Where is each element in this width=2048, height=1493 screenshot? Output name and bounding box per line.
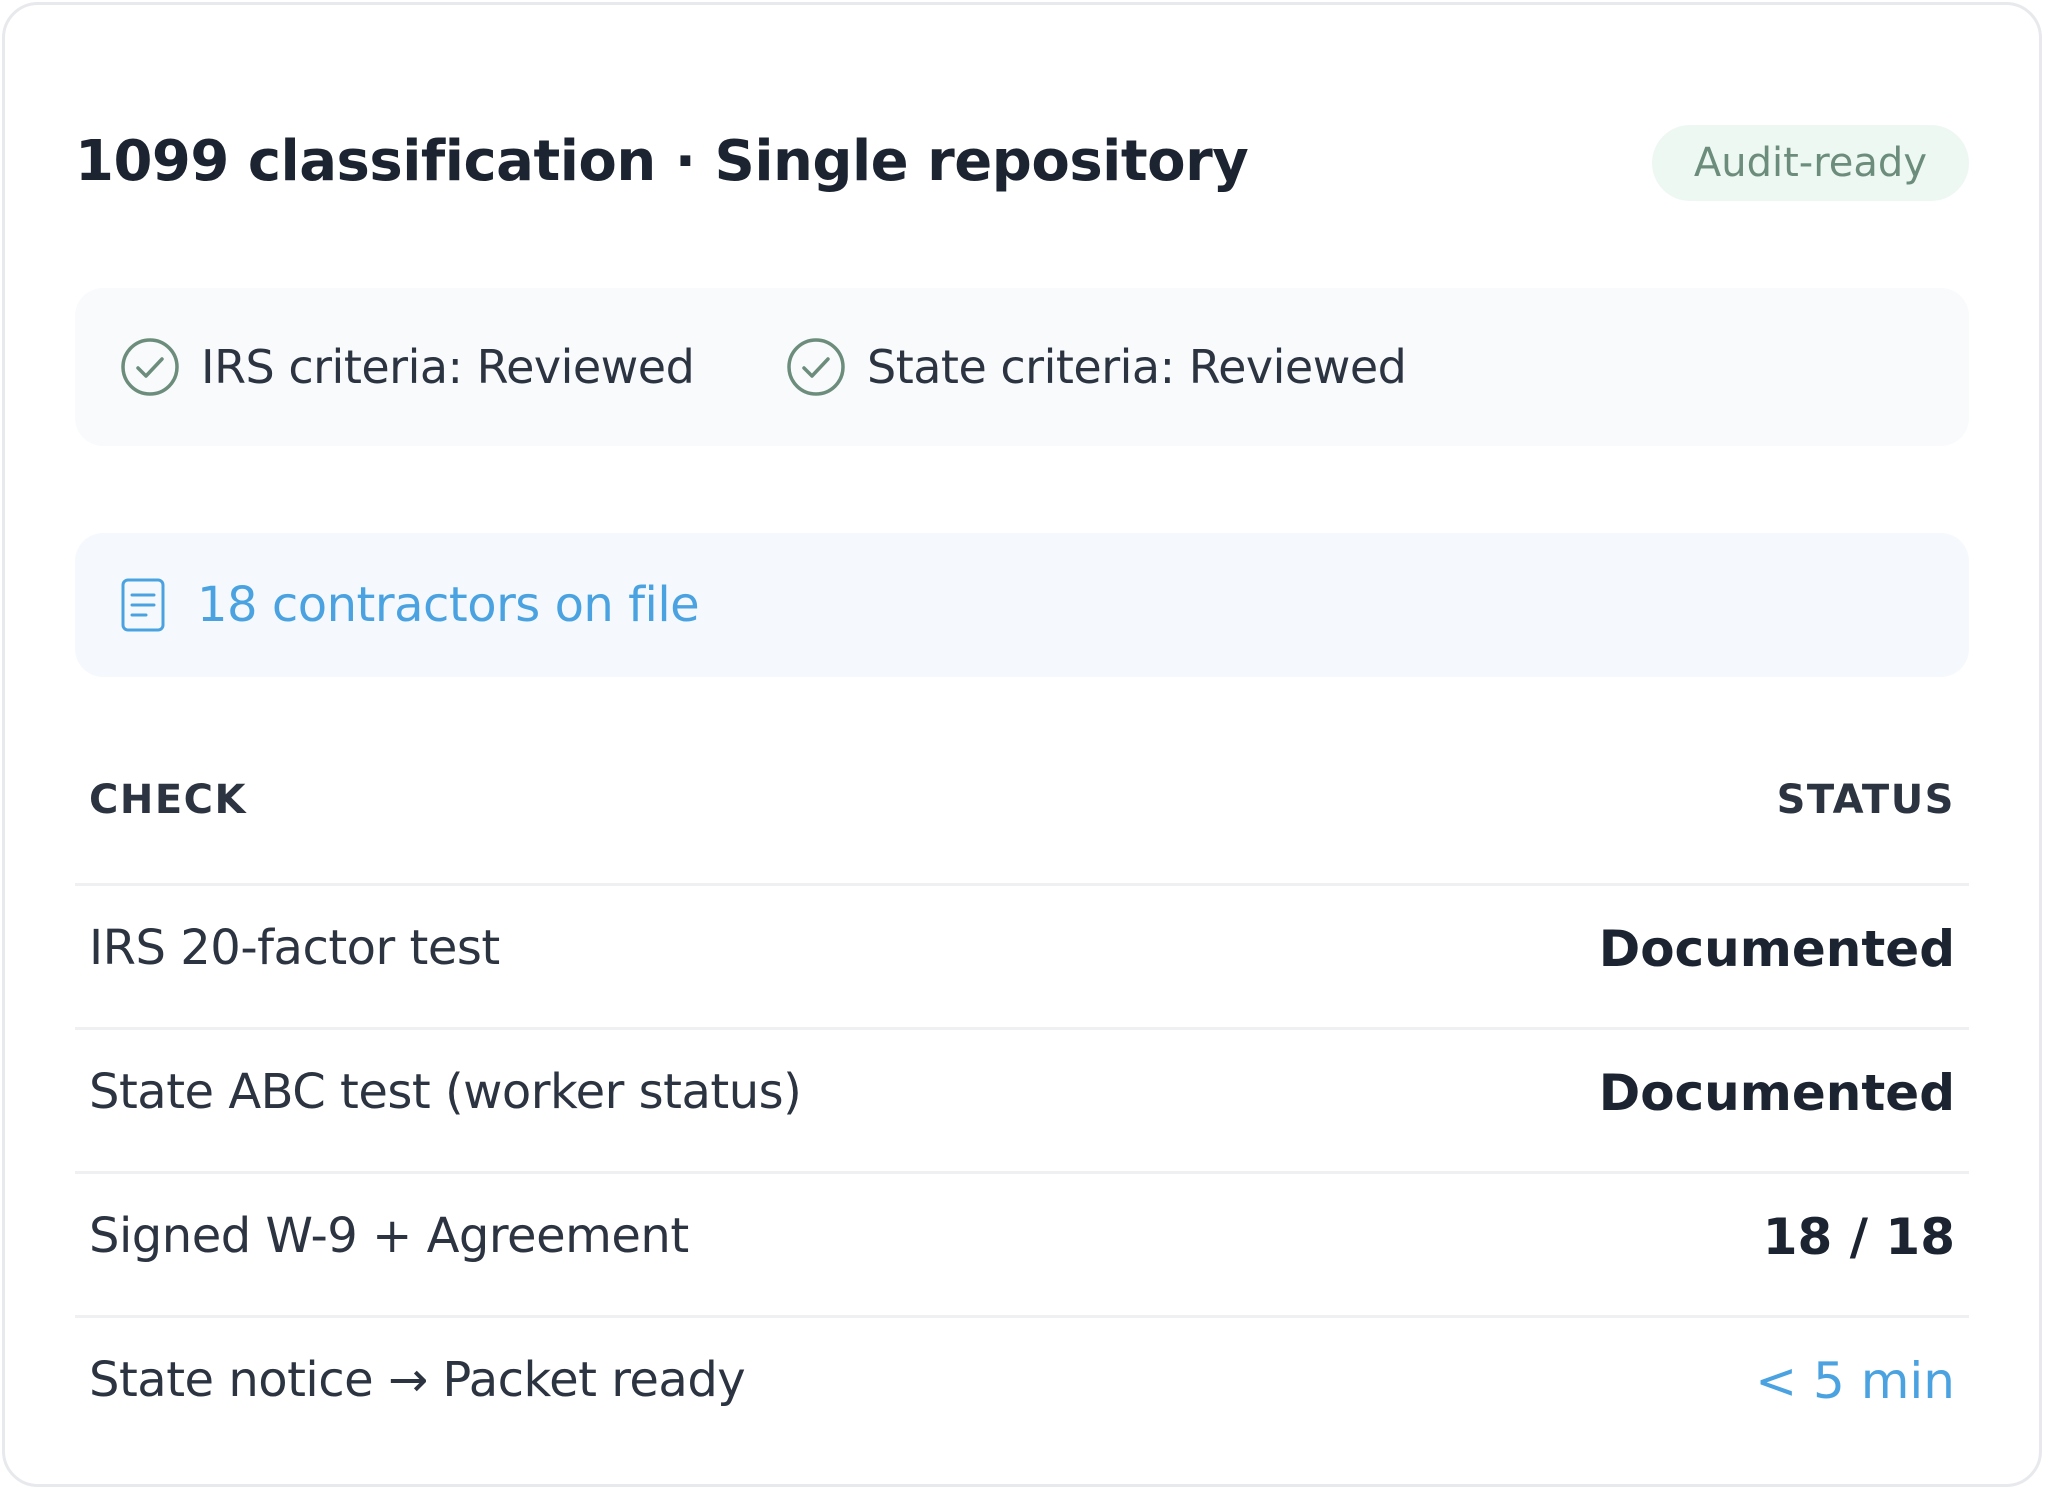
audit-ready-badge: Audit-ready [1651, 125, 1969, 201]
check-cell: State notice → Packet ready [89, 1352, 746, 1408]
check-cell: State ABC test (worker status) [89, 1064, 802, 1120]
check-circle-icon [121, 338, 179, 396]
check-cell: Signed W-9 + Agreement [89, 1208, 689, 1264]
criteria-item-state: State criteria: Reviewed [785, 335, 1407, 399]
checks-table: CHECK STATUS IRS 20-factor test Document… [75, 757, 1969, 1459]
contractors-link[interactable]: 18 contractors on file [119, 573, 700, 637]
criteria-label: IRS criteria: Reviewed [201, 340, 695, 394]
card-header: 1099 classification · Single repository … [75, 123, 1969, 205]
classification-card: 1099 classification · Single repository … [2, 2, 2042, 1487]
document-icon [121, 578, 165, 632]
contractors-panel[interactable]: 18 contractors on file [75, 533, 1969, 677]
check-cell: IRS 20-factor test [89, 920, 500, 976]
card-title: 1099 classification · Single repository [75, 129, 1249, 194]
criteria-item-irs: IRS criteria: Reviewed [119, 335, 695, 399]
status-cell: 18 / 18 [1762, 1208, 1955, 1266]
table-row: State ABC test (worker status) Documente… [75, 1030, 1969, 1174]
table-row: IRS 20-factor test Documented [75, 886, 1969, 1030]
status-cell: < 5 min [1755, 1352, 1955, 1410]
table-row: State notice → Packet ready < 5 min [75, 1318, 1969, 1459]
column-header-status: STATUS [1776, 777, 1955, 823]
status-cell: Documented [1598, 920, 1955, 978]
table-header: CHECK STATUS [75, 757, 1969, 886]
contractors-label: 18 contractors on file [197, 577, 700, 633]
criteria-label: State criteria: Reviewed [867, 340, 1407, 394]
table-row: Signed W-9 + Agreement 18 / 18 [75, 1174, 1969, 1318]
check-circle-icon [787, 338, 845, 396]
criteria-panel: IRS criteria: Reviewed State criteria: R… [75, 288, 1969, 446]
column-header-check: CHECK [89, 777, 248, 823]
status-cell: Documented [1598, 1064, 1955, 1122]
